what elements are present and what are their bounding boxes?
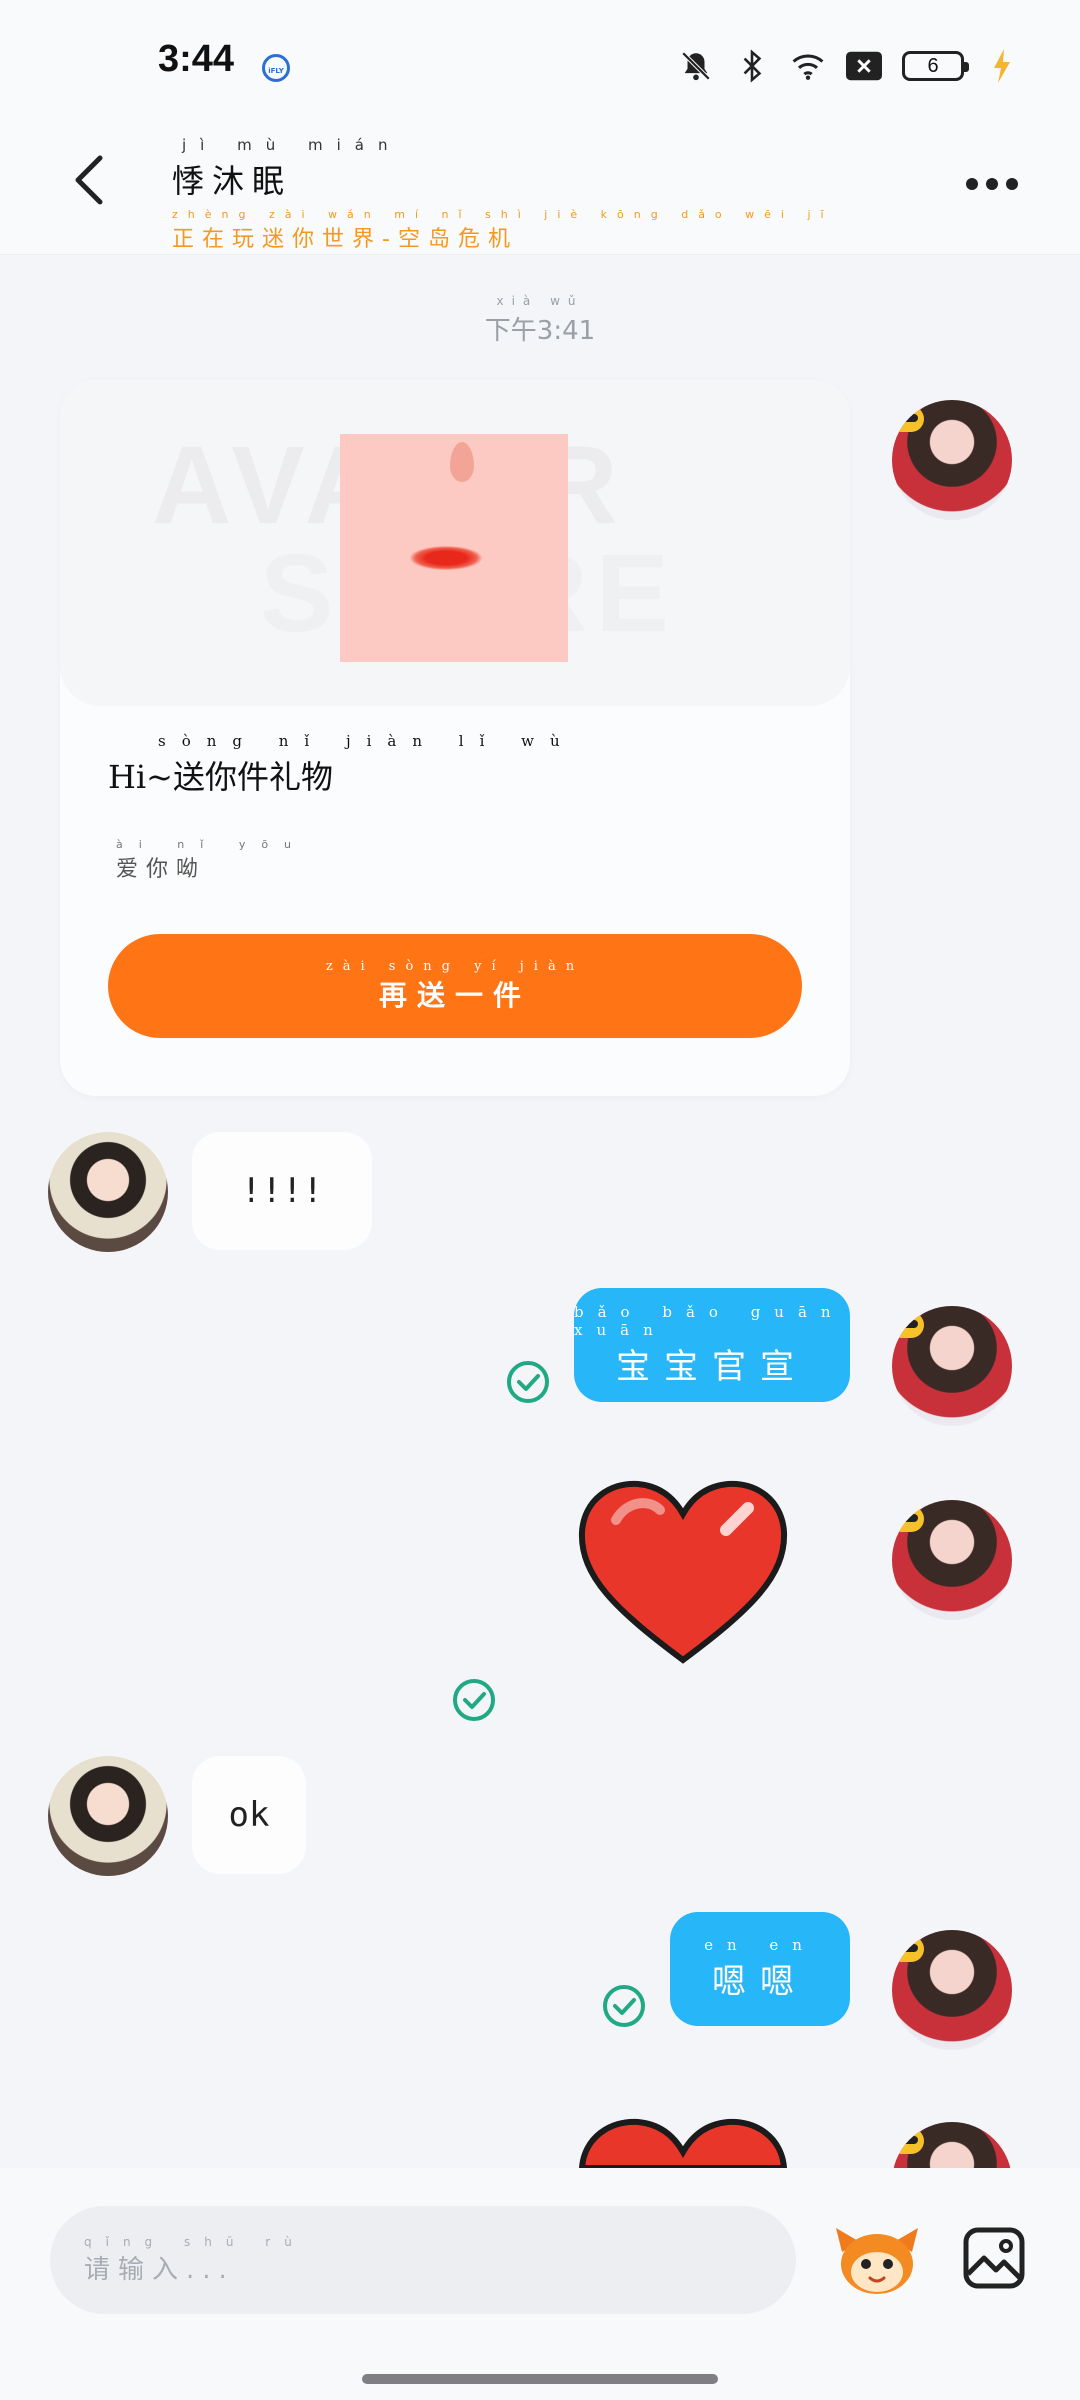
bluetooth-icon: [734, 48, 770, 84]
gift-image[interactable]: [340, 434, 568, 662]
gift-title-text: Hi~送你件礼物: [108, 758, 333, 796]
dot-icon: [986, 178, 998, 190]
sunglasses-emoji-icon: [892, 1312, 924, 1338]
title-pinyin: jì mù mián: [182, 136, 402, 154]
message-bubble-outgoing[interactable]: en en 嗯嗯: [670, 1912, 850, 2026]
sunglasses-emoji-icon: [892, 406, 924, 432]
sunglasses-emoji-icon: [892, 1506, 924, 1532]
message-bubble-incoming[interactable]: !!!!: [192, 1132, 372, 1250]
battery-icon: 6: [902, 51, 969, 81]
contact-avatar[interactable]: [48, 1132, 168, 1252]
timestamp-pinyin: xià wǔ: [496, 294, 584, 308]
placeholder-text: 请输入...: [84, 2254, 235, 2285]
message-bubble-incoming[interactable]: ok: [192, 1756, 306, 1874]
read-check-icon: [507, 1361, 549, 1403]
input-bar: qǐng shū rù 请输入...: [0, 2168, 1080, 2400]
close-box-icon: [846, 48, 882, 84]
message-text: 宝宝官宣: [616, 1346, 808, 1387]
contact-info[interactable]: jì mù mián 悸沐眠 zhèng zài wán mí nǐ shì j…: [172, 136, 834, 253]
my-avatar[interactable]: [892, 1930, 1012, 2050]
gift-image-lips: [410, 546, 482, 570]
message-input[interactable]: qǐng shū rù 请输入...: [50, 2206, 796, 2314]
contact-avatar[interactable]: [48, 1756, 168, 1876]
contact-name: 悸沐眠: [172, 162, 293, 200]
status-pinyin: zhèng zài wán mí nǐ shì jiè kōng dǎo wēi…: [172, 208, 834, 221]
message-pinyin: en en: [704, 1935, 816, 1954]
status-icons: 6: [678, 48, 1020, 84]
sunglasses-emoji-icon: [892, 2128, 924, 2154]
back-button[interactable]: [58, 150, 118, 210]
gift-subtitle: ài nǐ yōu 爱你呦: [116, 838, 307, 883]
message-pinyin: bǎo bǎo guān xuān: [574, 1302, 845, 1339]
bell-off-icon: [678, 48, 714, 84]
placeholder-pinyin: qǐng shū rù: [84, 2234, 306, 2249]
chat-header: jì mù mián 悸沐眠 zhèng zài wán mí nǐ shì j…: [0, 120, 1080, 255]
message-text: 嗯嗯: [712, 1961, 808, 2002]
gift-image-detail: [450, 442, 474, 482]
image-picker-icon[interactable]: [962, 2226, 1026, 2290]
send-another-gift-button[interactable]: zài sòng yí jiàn 再送一件: [108, 934, 802, 1038]
wifi-icon: [790, 48, 826, 84]
chevron-left-icon: [75, 155, 103, 205]
heart-sticker-icon[interactable]: [576, 2116, 790, 2168]
status-time: 3:44: [158, 38, 235, 80]
more-options-button[interactable]: [966, 178, 1018, 190]
sunglasses-emoji-icon: [892, 1936, 924, 1962]
gift-title: sòng nǐ jiàn lǐ wù Hi~送你件礼物: [108, 732, 560, 798]
heart-sticker-icon[interactable]: [576, 1480, 790, 1666]
gift-subtitle-text: 爱你呦: [116, 857, 207, 882]
gift-title-pinyin: sòng nǐ jiàn lǐ wù: [158, 732, 576, 750]
mascot-sticker-button-icon[interactable]: [834, 2222, 920, 2298]
chat-timestamp: xià wǔ 下午3:41: [0, 294, 1080, 347]
my-avatar[interactable]: [892, 1500, 1012, 1620]
battery-level: 6: [927, 54, 939, 77]
dot-icon: [966, 178, 978, 190]
my-avatar[interactable]: [892, 400, 1012, 520]
button-label: 再送一件: [378, 978, 531, 1012]
status-bar: 3:44 iFLY 6: [0, 0, 1080, 120]
timestamp-text: 下午3:41: [484, 316, 596, 346]
ifly-badge-icon: iFLY: [262, 54, 290, 82]
charging-icon: [984, 48, 1020, 84]
read-check-icon: [453, 1679, 495, 1721]
dot-icon: [1006, 178, 1018, 190]
gift-banner: AVATAR STORE: [60, 380, 850, 706]
gift-card[interactable]: AVATAR STORE sòng nǐ jiàn lǐ wù Hi~送你件礼物…: [60, 380, 850, 1096]
gift-subtitle-pinyin: ài nǐ yōu: [116, 838, 308, 851]
home-indicator[interactable]: [362, 2374, 718, 2384]
button-pinyin: zài sòng yí jiàn: [325, 958, 585, 974]
message-bubble-outgoing[interactable]: bǎo bǎo guān xuān 宝宝官宣: [574, 1288, 850, 1402]
read-check-icon: [603, 1985, 645, 2027]
my-avatar[interactable]: [892, 1306, 1012, 1426]
contact-status: 正在玩迷你世界-空岛危机: [172, 227, 518, 252]
